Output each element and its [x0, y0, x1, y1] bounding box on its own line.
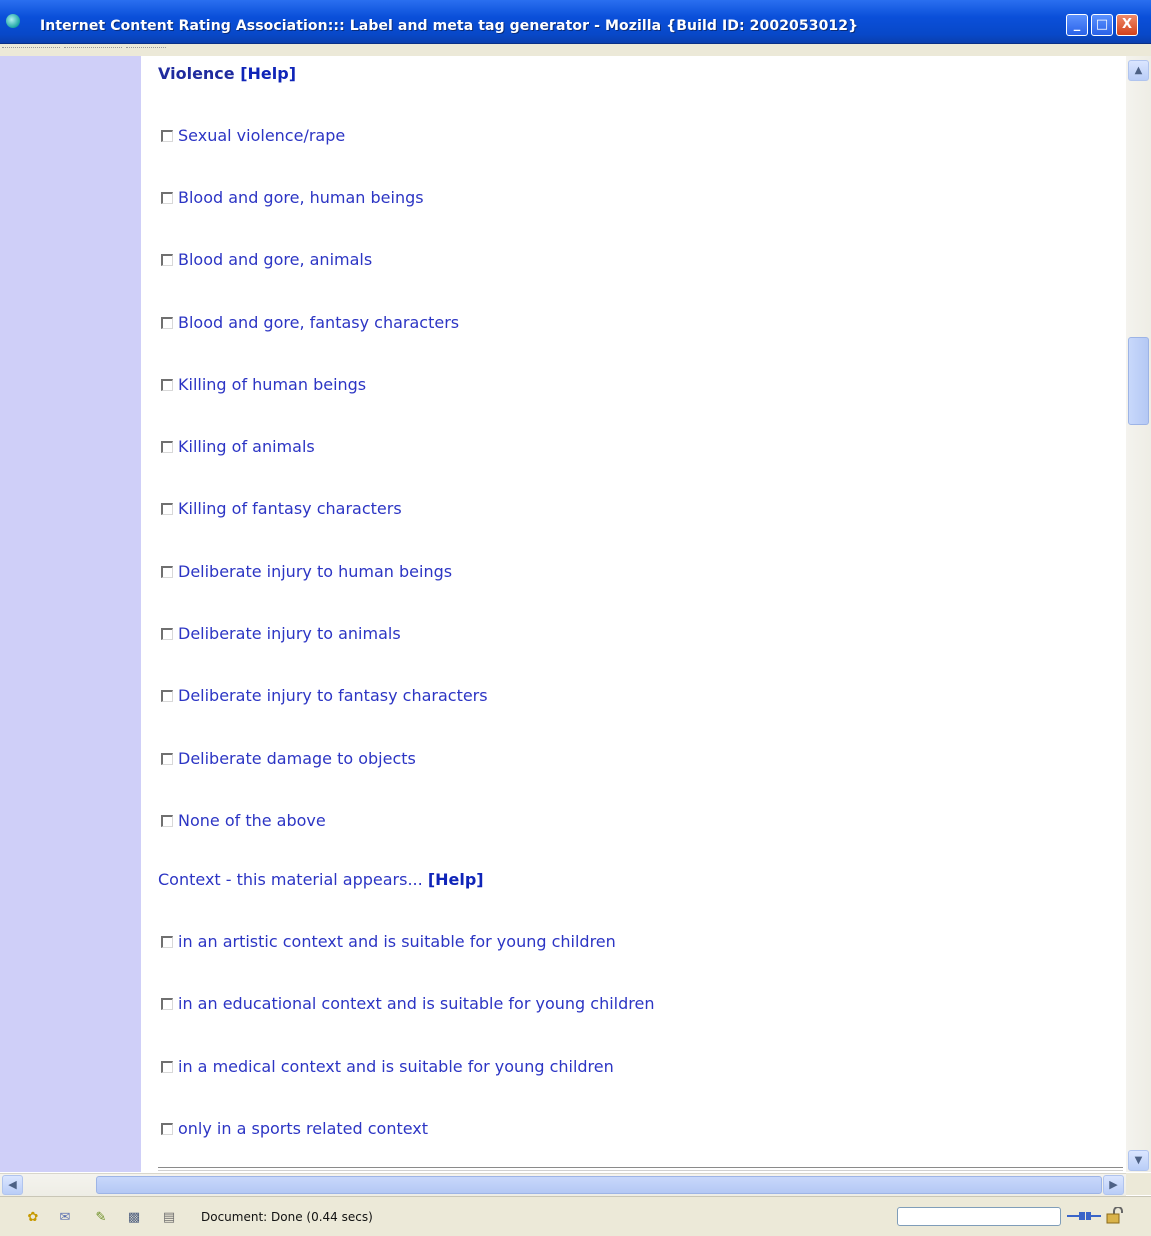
- scroll-left-button[interactable]: ◀: [2, 1175, 23, 1195]
- checkbox-label: in an educational context and is suitabl…: [178, 994, 655, 1013]
- checkbox-label: None of the above: [178, 811, 326, 830]
- page-left-column: [0, 56, 141, 1172]
- checkbox-label: Killing of fantasy characters: [178, 499, 402, 518]
- scrollbar-corner: [1126, 1173, 1151, 1195]
- online-plug-icon[interactable]: [1067, 1211, 1101, 1221]
- checkbox-label: Deliberate injury to fantasy characters: [178, 686, 488, 705]
- checkbox-row[interactable]: in an artistic context and is suitable f…: [158, 932, 616, 951]
- address-book-icon[interactable]: ▩: [125, 1211, 143, 1225]
- checkbox-row[interactable]: in an educational context and is suitabl…: [158, 994, 654, 1013]
- checkbox-row[interactable]: Killing of animals: [158, 437, 315, 456]
- checkbox[interactable]: [161, 254, 173, 266]
- checkbox[interactable]: [161, 936, 173, 948]
- status-bar: ✿ ✉ ✎ ▩ ▤ Document: Done (0.44 secs): [0, 1196, 1151, 1236]
- checkbox-label: in an artistic context and is suitable f…: [178, 932, 616, 951]
- checkbox-row[interactable]: only in a sports related context: [158, 1119, 428, 1138]
- context-heading-label: Context - this material appears...: [158, 870, 423, 889]
- chat-icon[interactable]: ▤: [160, 1211, 178, 1225]
- checkbox-row[interactable]: Deliberate injury to animals: [158, 624, 401, 643]
- checkbox-label: only in a sports related context: [178, 1119, 429, 1138]
- checkbox-label: Blood and gore, animals: [178, 250, 373, 269]
- toolbar-grippy[interactable]: [126, 47, 166, 53]
- checkbox[interactable]: [161, 998, 173, 1010]
- checkbox-label: Blood and gore, fantasy characters: [178, 313, 460, 332]
- checkbox-row[interactable]: Blood and gore, fantasy characters: [158, 313, 459, 332]
- maximize-button[interactable]: □: [1091, 14, 1113, 36]
- checkbox-row[interactable]: Killing of human beings: [158, 375, 366, 394]
- horizontal-rule: [158, 1167, 1123, 1171]
- checkbox-row[interactable]: Killing of fantasy characters: [158, 499, 402, 518]
- checkbox-label: in a medical context and is suitable for…: [178, 1057, 614, 1076]
- vertical-scrollbar[interactable]: ▲ ▼: [1126, 56, 1151, 1172]
- toolbar-grippy-strip: [0, 44, 1151, 56]
- vertical-scroll-thumb[interactable]: [1128, 337, 1149, 425]
- status-text: Document: Done (0.44 secs): [201, 1210, 373, 1224]
- toolbar-grippy[interactable]: [64, 47, 122, 53]
- toolbar-grippy[interactable]: [2, 47, 60, 53]
- title-bar: Internet Content Rating Association::: L…: [0, 0, 1151, 44]
- checkbox-row[interactable]: in a medical context and is suitable for…: [158, 1057, 614, 1076]
- horizontal-scroll-thumb[interactable]: [96, 1176, 1102, 1194]
- checkbox[interactable]: [161, 379, 173, 391]
- checkbox[interactable]: [161, 815, 173, 827]
- checkbox[interactable]: [161, 317, 173, 329]
- context-help-link[interactable]: [Help]: [428, 870, 484, 889]
- checkbox-label: Deliberate injury to human beings: [178, 562, 453, 581]
- checkbox-row[interactable]: Sexual violence/rape: [158, 126, 345, 145]
- checkbox[interactable]: [161, 1123, 173, 1135]
- checkbox-label: Killing of human beings: [178, 375, 367, 394]
- checkbox[interactable]: [161, 1061, 173, 1073]
- checkbox-row[interactable]: None of the above: [158, 811, 326, 830]
- mail-icon[interactable]: ✉: [56, 1211, 74, 1225]
- checkbox[interactable]: [161, 753, 173, 765]
- close-button[interactable]: X: [1116, 14, 1138, 36]
- violence-help-link[interactable]: [Help]: [240, 64, 296, 83]
- scroll-right-button[interactable]: ▶: [1103, 1175, 1124, 1195]
- checkbox[interactable]: [161, 441, 173, 453]
- security-lock-icon[interactable]: [1106, 1207, 1126, 1225]
- checkbox[interactable]: [161, 130, 173, 142]
- scroll-down-button[interactable]: ▼: [1128, 1150, 1149, 1171]
- page-content: Violence [Help] Sexual violence/rape Blo…: [141, 56, 1126, 1172]
- checkbox-label: Deliberate injury to animals: [178, 624, 401, 643]
- window-title: Internet Content Rating Association::: L…: [40, 18, 859, 34]
- horizontal-scrollbar[interactable]: ◀ ▶: [0, 1173, 1126, 1196]
- composer-icon[interactable]: ✎: [92, 1211, 110, 1225]
- checkbox-row[interactable]: Blood and gore, human beings: [158, 188, 424, 207]
- checkbox-label: Sexual violence/rape: [178, 126, 346, 145]
- checkbox-label: Deliberate damage to objects: [178, 749, 416, 768]
- checkbox[interactable]: [161, 192, 173, 204]
- checkbox[interactable]: [161, 690, 173, 702]
- checkbox-row[interactable]: Deliberate injury to human beings: [158, 562, 452, 581]
- checkbox-row[interactable]: Deliberate injury to fantasy characters: [158, 686, 488, 705]
- navigator-icon[interactable]: ✿: [24, 1211, 42, 1225]
- checkbox-row[interactable]: Blood and gore, animals: [158, 250, 372, 269]
- minimize-button[interactable]: _: [1066, 14, 1088, 36]
- checkbox-label: Killing of animals: [178, 437, 315, 456]
- progress-field: [897, 1207, 1061, 1226]
- checkbox-row[interactable]: Deliberate damage to objects: [158, 749, 416, 768]
- checkbox[interactable]: [161, 628, 173, 640]
- checkbox-label: Blood and gore, human beings: [178, 188, 424, 207]
- violence-heading: Violence [Help]: [158, 64, 296, 83]
- mozilla-app-icon: [6, 14, 20, 28]
- checkbox[interactable]: [161, 503, 173, 515]
- context-heading: Context - this material appears... [Help…: [158, 870, 484, 889]
- violence-heading-label: Violence: [158, 64, 235, 83]
- checkbox[interactable]: [161, 566, 173, 578]
- scroll-up-button[interactable]: ▲: [1128, 60, 1149, 81]
